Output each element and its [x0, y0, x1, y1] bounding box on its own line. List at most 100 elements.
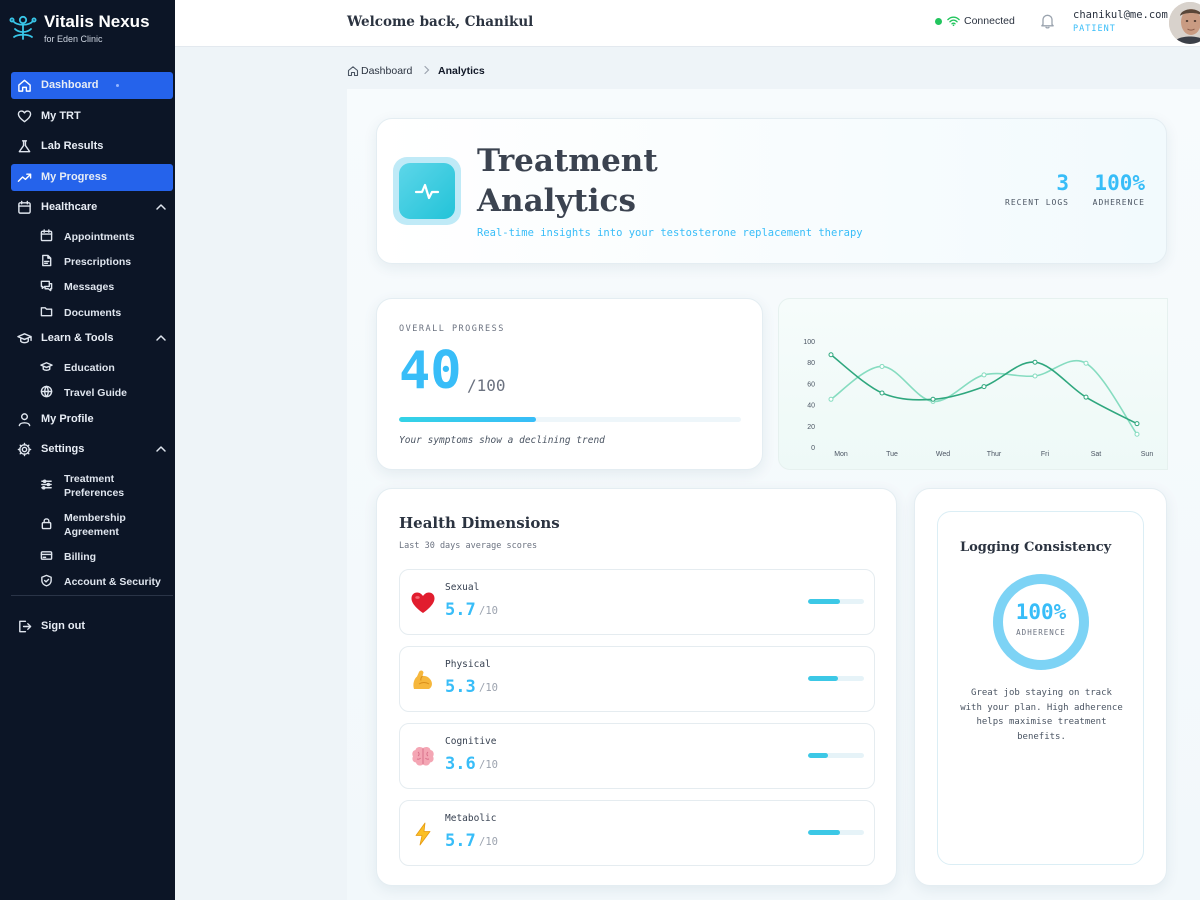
chevron-up-icon[interactable]: [155, 443, 167, 455]
sidebar-item-label: Settings: [41, 443, 85, 455]
data-point[interactable]: [1134, 431, 1140, 437]
dimension-name: Metabolic: [445, 813, 497, 824]
avatar[interactable]: [1169, 2, 1200, 44]
file-icon: [42, 254, 52, 267]
calendar-icon: [18, 200, 31, 214]
analytics-hero-card: Treatment Analytics Real-time insights i…: [376, 118, 1167, 264]
wifi-icon: [947, 16, 960, 27]
section-subtitle: Last 30 days average scores: [399, 541, 538, 551]
stat-adherence: 100% ADHERENCE: [1077, 171, 1145, 207]
data-point[interactable]: [981, 372, 987, 378]
series-line: [830, 360, 1138, 435]
dimension-bar-fill: [808, 753, 829, 758]
y-tick-label: 80: [807, 360, 815, 367]
dimension-bar: [808, 830, 864, 835]
sidebar-divider: [11, 595, 173, 596]
data-point[interactable]: [1032, 359, 1038, 365]
data-point[interactable]: [1083, 394, 1089, 400]
x-tick-label: Mon: [834, 451, 848, 458]
lock-icon: [41, 518, 52, 530]
dimension-row-physical[interactable]: Physical 5.3 /10: [399, 646, 875, 712]
data-point[interactable]: [828, 352, 834, 358]
health-dimensions-card: Health Dimensions Last 30 days average s…: [376, 488, 897, 886]
section-title: Logging Consistency: [960, 540, 1112, 555]
dimension-row-sexual[interactable]: Sexual 5.7 /10: [399, 569, 875, 635]
sign-out-button[interactable]: Sign out: [11, 613, 173, 640]
chevron-right-icon: [424, 65, 430, 75]
data-point[interactable]: [828, 396, 834, 402]
data-point[interactable]: [1083, 360, 1089, 366]
sidebar-item-settings[interactable]: Settings: [11, 436, 173, 463]
pulse-icon: [414, 183, 440, 200]
sidebar-item-lab-results[interactable]: Lab Results: [11, 133, 173, 160]
sidebar-item-dashboard[interactable]: Dashboard: [11, 72, 173, 99]
logout-icon: [19, 620, 32, 633]
bell-icon[interactable]: [1040, 13, 1055, 29]
welcome-message: Welcome back, Chanikul: [347, 14, 534, 30]
data-point[interactable]: [981, 384, 987, 390]
dimension-bar-fill: [808, 676, 838, 681]
brand-subtitle: for Eden Clinic: [44, 34, 103, 44]
chevron-up-icon[interactable]: [155, 201, 167, 213]
stat-recent-logs: 3 RECENT LOGS: [997, 171, 1069, 207]
series-line: [830, 354, 1138, 425]
graduation-cap-icon: [40, 362, 53, 372]
brand-logo-icon: [9, 15, 37, 40]
dimension-max: /10: [479, 759, 498, 771]
logging-consistency-card: Logging Consistency 100% ADHERENCE Great…: [914, 488, 1167, 886]
data-point[interactable]: [1032, 373, 1038, 379]
calendar-icon: [40, 229, 53, 242]
folder-icon: [40, 307, 53, 317]
globe-icon: [40, 385, 53, 398]
sidebar-item-learn-tools[interactable]: Learn & Tools: [11, 325, 173, 352]
sidebar-item-my-progress[interactable]: My Progress: [11, 164, 173, 191]
section-title: Health Dimensions: [399, 514, 560, 532]
breadcrumb-dashboard-link[interactable]: Dashboard: [361, 65, 412, 77]
hero-icon-tile: [399, 163, 455, 219]
dimension-score: 5.3: [445, 677, 476, 697]
chevron-up-icon[interactable]: [155, 332, 167, 344]
adherence-value: 100%: [1015, 600, 1067, 624]
sidebar-item-label: My Progress: [41, 171, 108, 183]
dimension-row-metabolic[interactable]: Metabolic 5.7 /10: [399, 800, 875, 866]
gear-icon: [17, 442, 32, 457]
y-tick-label: 60: [807, 381, 815, 388]
progress-label: OVERALL PROGRESS: [399, 324, 505, 334]
brand[interactable]: Vitalis Nexus for Eden Clinic: [8, 10, 173, 50]
status-dot: [935, 18, 942, 25]
progress-bar-fill: [399, 417, 536, 422]
sidebar-item-my-trt[interactable]: My TRT: [11, 103, 173, 130]
x-tick-label: Wed: [936, 451, 950, 458]
user-role-badge: PATIENT: [1073, 24, 1116, 34]
data-point[interactable]: [930, 396, 936, 402]
sidebar-item-label: Dashboard: [41, 79, 99, 91]
consistency-panel: Logging Consistency 100% ADHERENCE Great…: [937, 511, 1144, 865]
data-point[interactable]: [879, 363, 885, 369]
sidebar-item-my-profile[interactable]: My Profile: [11, 406, 173, 433]
sidebar-item-label: Learn & Tools: [41, 332, 114, 344]
sliders-icon: [41, 479, 52, 490]
trend-chart-svg: 0 20 40 60 80 100 Mon Tue Wed Thur Fri Sat Sun: [803, 339, 1154, 458]
dimension-row-cognitive[interactable]: Cognitive 3.6 /10: [399, 723, 875, 789]
data-point[interactable]: [879, 390, 885, 396]
adherence-label: ADHERENCE: [1016, 628, 1066, 637]
connection-label: Connected: [964, 15, 1015, 27]
dimension-name: Sexual: [445, 582, 480, 593]
home-icon[interactable]: [347, 65, 359, 77]
sidebar-item-healthcare[interactable]: Healthcare: [11, 194, 173, 221]
x-tick-label: Sun: [1141, 451, 1154, 458]
topbar: Welcome back, Chanikul Connected chaniku…: [175, 0, 1200, 47]
stat-value: 100%: [1094, 171, 1145, 195]
dimension-score: 3.6: [445, 754, 476, 774]
x-tick-label: Tue: [886, 451, 898, 458]
progress-bar: [399, 417, 741, 422]
dimension-name: Physical: [445, 659, 491, 670]
flask-icon: [18, 140, 31, 153]
sidebar-subitem-label: Prescriptions: [64, 256, 132, 268]
y-tick-label: 40: [807, 403, 815, 410]
hero-icon-frame: [393, 157, 461, 225]
data-point[interactable]: [1134, 421, 1140, 427]
active-dot: [116, 84, 119, 87]
symptom-trend-chart: 0 20 40 60 80 100 Mon Tue Wed Thur Fri Sat Sun: [778, 298, 1168, 470]
dimension-name: Cognitive: [445, 736, 497, 747]
